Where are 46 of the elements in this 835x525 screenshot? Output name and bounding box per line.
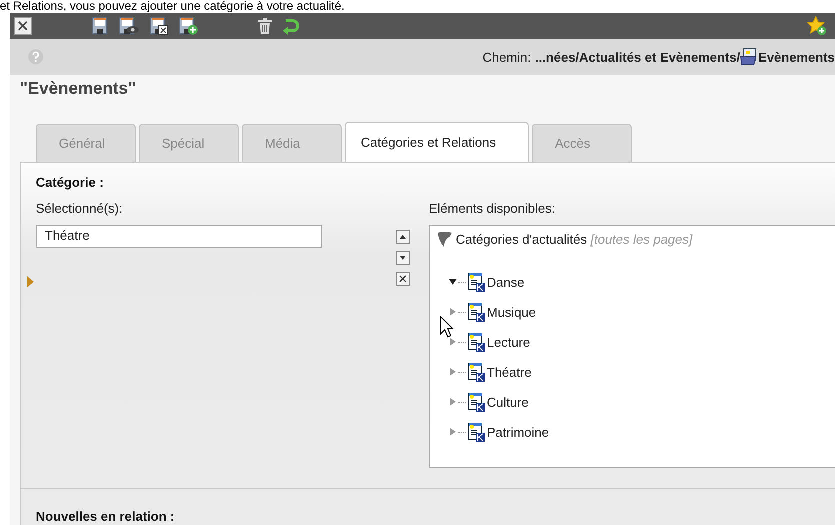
mouse-pointer-icon [440,316,454,338]
arrow-marker-icon [27,276,34,288]
save-icon[interactable] [91,17,109,35]
path-label: Chemin: [482,50,532,64]
shield-icon [436,231,454,247]
save-close-icon[interactable] [149,17,169,35]
expand-toggle-icon[interactable] [449,278,457,286]
category-icon [467,332,485,352]
section-title: Nouvelles en relation : [36,509,176,524]
section-title: Catégorie : [36,175,105,190]
folder-page-icon [740,48,758,66]
expand-toggle-icon[interactable] [449,398,457,406]
star-plus-icon[interactable] [807,16,827,36]
category-icon [467,422,485,442]
expand-toggle-icon[interactable] [449,308,457,316]
list-option[interactable]: Théatre [45,226,313,245]
field-label: Sélectionné(s): [36,201,124,218]
tree-item[interactable]: Lecture [487,334,530,350]
selected-list[interactable]: Théatre [36,225,322,248]
expand-toggle-icon[interactable] [449,428,457,436]
expand-toggle-icon[interactable] [449,368,457,376]
move-down-icon[interactable] [396,251,410,265]
path-page[interactable]: Evènements [758,50,835,64]
tree-item[interactable]: Danse [487,274,525,290]
close-icon[interactable] [14,17,32,35]
page-heading: "Evènements" [20,79,138,99]
category-icon [467,272,485,292]
intro-text: et Relations, vous pouvez ajouter une catégorie à votre actualité. [0,0,346,13]
remove-icon[interactable] [396,272,410,286]
undo-icon[interactable] [282,17,300,35]
save-view-icon[interactable] [118,17,140,35]
tree-item[interactable]: Théatre [487,364,532,380]
category-icon [467,362,485,382]
trash-icon[interactable] [257,17,273,35]
path-text[interactable]: ...nées/Actualités et Evènements/ [535,50,740,64]
tree-root: Catégories d'actualités [toutes les pages] [456,232,693,246]
expand-toggle-icon[interactable] [449,338,457,346]
tab[interactable]: Catégories et Relations [345,122,530,162]
category-icon [467,302,485,322]
category-icon [467,392,485,412]
tree-item[interactable]: Culture [487,394,529,410]
field-label: Eléments disponibles: [429,201,556,218]
tree-item[interactable]: Patrimoine [487,424,550,440]
move-up-icon[interactable] [396,230,410,244]
tree-item[interactable]: Musique [487,304,536,320]
save-new-icon[interactable] [178,17,198,35]
